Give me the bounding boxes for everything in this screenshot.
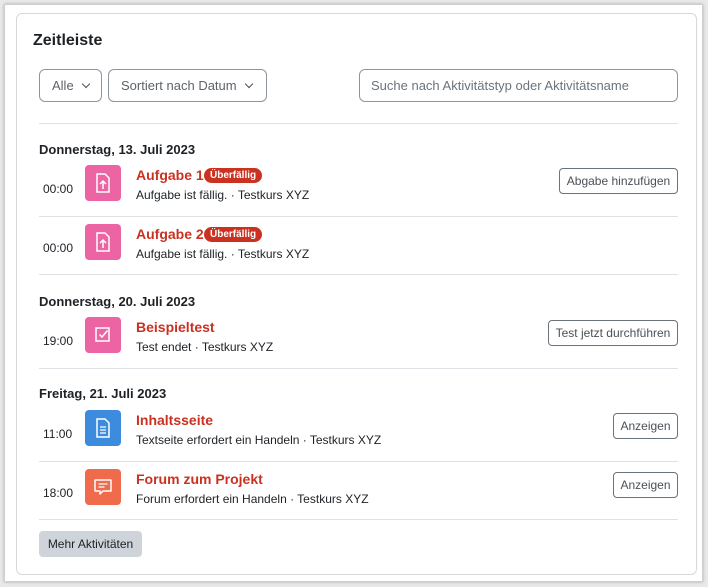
activity-link-aufgabe-1[interactable]: Aufgabe 1 <box>136 167 204 183</box>
chevron-down-icon <box>81 79 90 89</box>
activity-link-forum-zum-projekt[interactable]: Forum zum Projekt <box>136 471 263 487</box>
overdue-badge: Überfällig <box>204 168 263 183</box>
attempt-quiz-button[interactable]: Test jetzt durchführen <box>548 320 678 346</box>
divider <box>39 461 678 462</box>
forum-chat-icon <box>85 469 121 505</box>
item-subtitle: Textseite erfordert ein Handeln · Testku… <box>136 433 382 447</box>
filter-dropdown[interactable]: Alle <box>39 69 102 102</box>
divider <box>39 519 678 520</box>
item-time: 11:00 <box>43 427 73 441</box>
more-activities-button[interactable]: Mehr Aktivitäten <box>39 531 142 557</box>
assignment-upload-icon <box>85 224 121 260</box>
item-subtitle: Test endet · Testkurs XYZ <box>136 340 274 354</box>
assignment-upload-icon <box>85 165 121 201</box>
sort-dropdown[interactable]: Sortiert nach Datum <box>108 69 267 102</box>
chevron-down-icon <box>244 79 253 89</box>
date-heading: Freitag, 21. Juli 2023 <box>39 386 167 401</box>
window-frame: Zeitleiste Alle Sortiert nach Datum Donn… <box>4 4 703 582</box>
timeline-item: 00:00 Aufgabe 2 Überfällig Aufgabe ist f… <box>39 224 678 276</box>
item-subtitle: Forum erfordert ein Handeln · Testkurs X… <box>136 492 369 506</box>
divider <box>39 368 678 369</box>
divider <box>39 274 678 275</box>
page-document-icon <box>85 410 121 446</box>
date-heading: Donnerstag, 20. Juli 2023 <box>39 294 196 309</box>
view-button[interactable]: Anzeigen <box>613 472 678 498</box>
timeline-block: Zeitleiste Alle Sortiert nach Datum Donn… <box>16 13 697 575</box>
item-time: 00:00 <box>43 241 74 255</box>
add-submission-button[interactable]: Abgabe hinzufügen <box>559 168 678 194</box>
search-input[interactable] <box>359 69 678 102</box>
view-button[interactable]: Anzeigen <box>613 413 678 439</box>
timeline-item: 19:00 Beispieltest Test endet · Testkurs… <box>39 317 678 369</box>
date-heading: Donnerstag, 13. Juli 2023 <box>39 142 196 157</box>
activity-link-aufgabe-2[interactable]: Aufgabe 2 <box>136 226 204 242</box>
divider <box>39 123 678 124</box>
activity-link-beispieltest[interactable]: Beispieltest <box>136 319 215 335</box>
item-time: 19:00 <box>43 334 74 348</box>
activity-link-inhaltsseite[interactable]: Inhaltsseite <box>136 412 213 428</box>
block-title: Zeitleiste <box>33 32 103 49</box>
timeline-item: 18:00 Forum zum Projekt Forum erfordert … <box>39 469 678 521</box>
timeline-item: 00:00 Aufgabe 1 Überfällig Aufgabe ist f… <box>39 165 678 217</box>
item-time: 18:00 <box>43 486 74 500</box>
sort-dropdown-label: Sortiert nach Datum <box>121 78 237 93</box>
quiz-checkbox-icon <box>85 317 121 353</box>
overdue-badge: Überfällig <box>204 227 263 242</box>
item-subtitle: Aufgabe ist fällig. · Testkurs XYZ <box>136 247 310 261</box>
timeline-item: 11:00 Inhaltsseite Textseite erfordert e… <box>39 410 678 462</box>
divider <box>39 216 678 217</box>
item-subtitle: Aufgabe ist fällig. · Testkurs XYZ <box>136 188 310 202</box>
filter-dropdown-label: Alle <box>52 78 74 93</box>
item-time: 00:00 <box>43 182 74 196</box>
